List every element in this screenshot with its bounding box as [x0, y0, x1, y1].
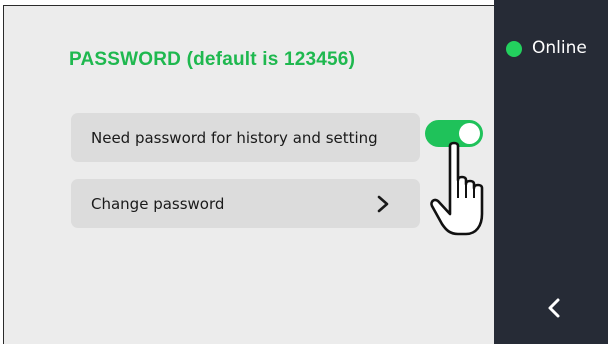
settings-screen: PASSWORD (default is 123456) Need passwo…: [3, 5, 494, 344]
chevron-right-icon: [377, 195, 389, 212]
change-password-row[interactable]: Change password: [71, 179, 420, 228]
change-password-label: Change password: [91, 194, 225, 213]
sidebar: Online: [494, 0, 608, 344]
status-dot-icon: [506, 41, 522, 57]
page-title: PASSWORD (default is 123456): [69, 49, 356, 70]
status-text: Online: [532, 38, 587, 58]
need-password-label: Need password for history and setting: [91, 128, 378, 147]
need-password-row[interactable]: Need password for history and setting: [71, 113, 420, 162]
back-arrow-icon[interactable]: [546, 297, 562, 319]
